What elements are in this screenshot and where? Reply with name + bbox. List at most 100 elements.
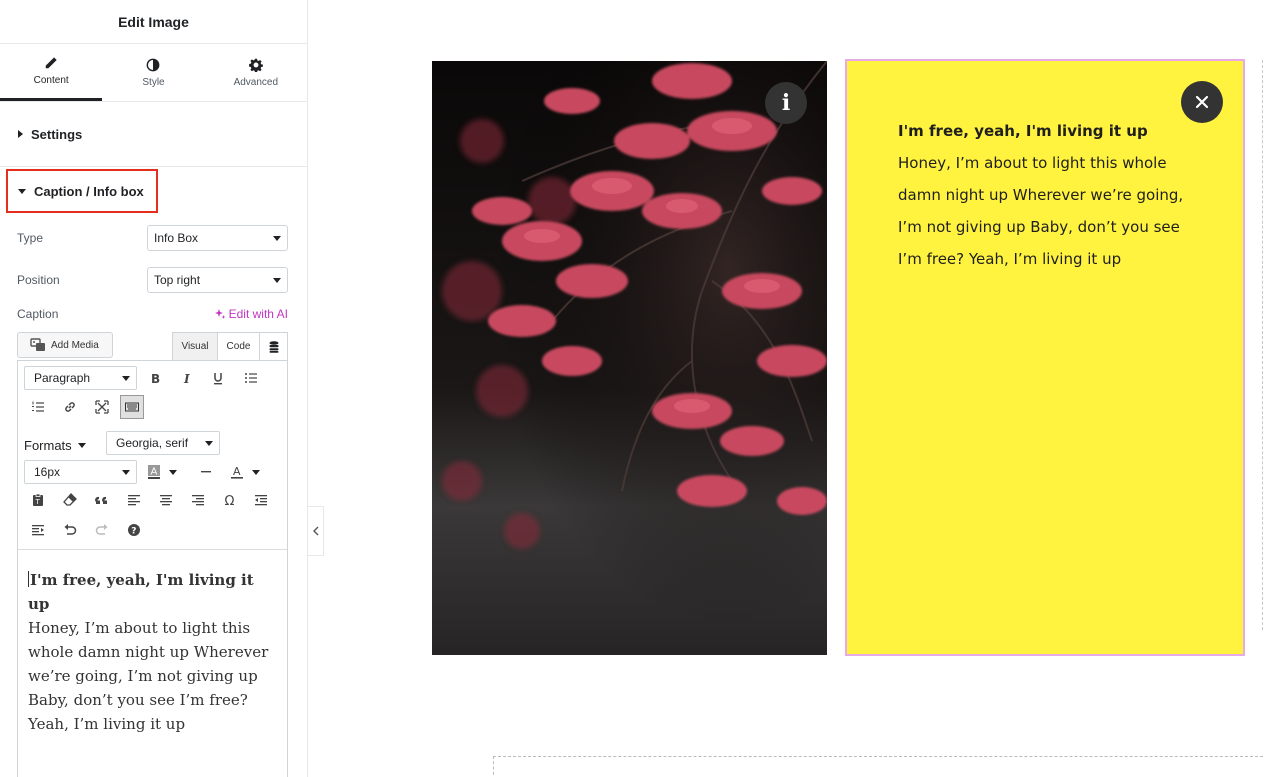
numbered-list-button[interactable]: [26, 395, 50, 419]
outdent-button[interactable]: [249, 488, 273, 512]
info-box-line: I’m not giving up Baby, don’t you see: [898, 218, 1180, 236]
align-right-button[interactable]: [186, 488, 210, 512]
editor-content[interactable]: I'm free, yeah, I'm living it up Honey, …: [28, 568, 280, 736]
bold-button[interactable]: B: [143, 366, 167, 390]
type-select-value: Info Box: [154, 231, 199, 245]
editor-toolbar: Paragraph B I Formats Georgia, serif 16p…: [18, 361, 287, 550]
panel-tabs: Content Style Advanced: [0, 44, 307, 102]
background-color-button[interactable]: A: [142, 460, 166, 484]
edit-with-ai-link[interactable]: Edit with AI: [214, 307, 288, 321]
half-circle-icon: [147, 58, 160, 71]
omega-icon: Ω: [225, 494, 235, 507]
clear-formatting-button[interactable]: [58, 488, 82, 512]
maple-leaves-image: [432, 61, 827, 655]
bold-icon: B: [151, 372, 160, 385]
svg-text:I: I: [183, 372, 190, 385]
redo-button[interactable]: [90, 518, 114, 542]
blockquote-button[interactable]: [90, 488, 114, 512]
info-box-line: Honey, I’m about to light this whole: [898, 154, 1167, 172]
add-media-icon: [30, 338, 45, 351]
maple-photo: [432, 61, 827, 655]
horizontal-line-button[interactable]: [194, 460, 218, 484]
fullscreen-icon: [95, 400, 109, 414]
help-button[interactable]: ?: [122, 518, 146, 542]
undo-icon: [64, 524, 77, 535]
italic-button[interactable]: I: [175, 366, 199, 390]
editor-mode-tabs: Visual Code: [172, 332, 288, 360]
position-label: Position: [17, 273, 60, 287]
tab-advanced-label: Advanced: [233, 76, 279, 88]
link-icon: [65, 402, 75, 412]
paste-text-button[interactable]: T: [26, 488, 50, 512]
type-select[interactable]: Info Box: [147, 225, 288, 251]
editor-body-text: Honey, I’m about to light this whole dam…: [28, 619, 269, 733]
formats-menu[interactable]: Formats: [24, 433, 86, 457]
paragraph-select-value: Paragraph: [34, 371, 91, 385]
svg-text:A: A: [233, 465, 241, 478]
chevron-down-icon: [122, 375, 130, 381]
position-control: Position Top right: [17, 267, 288, 293]
font-size-value: 16px: [34, 465, 61, 479]
position-select[interactable]: Top right: [147, 267, 288, 293]
align-right-icon: [192, 495, 204, 506]
text-cursor: [28, 571, 29, 587]
keyboard-icon: [125, 402, 139, 412]
panel-title: Edit Image: [118, 13, 189, 30]
section-caption-info[interactable]: Caption / Info box: [6, 169, 158, 213]
chevron-down-icon: [273, 235, 281, 241]
paragraph-select[interactable]: Paragraph: [24, 366, 137, 390]
formats-label: Formats: [24, 437, 72, 453]
tab-visual[interactable]: Visual: [172, 332, 218, 360]
tab-advanced[interactable]: Advanced: [205, 44, 307, 101]
panel-collapse-handle[interactable]: [308, 506, 324, 556]
caption-control: Caption Edit with AI: [17, 307, 288, 321]
pencil-icon: [45, 57, 57, 69]
chevron-down-icon: [273, 277, 281, 283]
drop-zone[interactable]: [493, 756, 1264, 777]
special-character-button[interactable]: Ω: [218, 488, 242, 512]
indent-button[interactable]: [26, 518, 50, 542]
tab-style[interactable]: Style: [102, 44, 204, 101]
editor-media-bar: Add Media Visual Code: [17, 332, 288, 360]
chevron-down-icon: [169, 469, 177, 475]
text-color-button[interactable]: A: [225, 460, 249, 484]
info-box-line: I’m free? Yeah, I’m living it up: [898, 250, 1122, 268]
numbered-list-icon: [32, 401, 44, 412]
toolbar-toggle-button[interactable]: [120, 395, 144, 419]
dynamic-tags-button[interactable]: [260, 332, 288, 360]
add-media-button[interactable]: Add Media: [17, 332, 113, 358]
align-center-icon: [160, 495, 172, 506]
wysiwyg-editor: Paragraph B I Formats Georgia, serif 16p…: [17, 360, 288, 777]
align-center-button[interactable]: [154, 488, 178, 512]
info-toggle-button[interactable]: i: [765, 82, 807, 124]
svg-text:?: ?: [131, 527, 136, 537]
fullscreen-button[interactable]: [90, 395, 114, 419]
font-size-select[interactable]: 16px: [24, 460, 137, 484]
bullet-list-button[interactable]: [239, 366, 263, 390]
panel-header: Edit Image: [0, 0, 307, 44]
underline-button[interactable]: [206, 366, 230, 390]
tab-style-label: Style: [142, 76, 165, 88]
question-circle-icon: ?: [128, 524, 140, 537]
text-color-dropdown[interactable]: [249, 460, 263, 484]
tab-content[interactable]: Content: [0, 44, 103, 101]
svg-text:B: B: [151, 372, 160, 385]
database-icon: [269, 340, 278, 353]
close-icon: [1195, 95, 1209, 109]
section-caption-label: Caption / Info box: [34, 183, 144, 199]
text-color-icon: A: [231, 465, 243, 479]
info-box-text: I'm free, yeah, I'm living it up Honey, …: [898, 115, 1198, 275]
section-settings-label: Settings: [31, 126, 83, 142]
link-button[interactable]: [58, 395, 82, 419]
tab-code[interactable]: Code: [218, 332, 260, 360]
align-left-button[interactable]: [122, 488, 146, 512]
undo-button[interactable]: [58, 518, 82, 542]
bullet-list-icon: [245, 373, 257, 383]
indent-icon: [32, 525, 44, 536]
font-family-value: Georgia, serif: [116, 436, 189, 450]
font-family-select[interactable]: Georgia, serif: [106, 431, 220, 455]
background-color-dropdown[interactable]: [166, 460, 180, 484]
caption-label: Caption: [17, 307, 59, 321]
section-settings[interactable]: Settings: [0, 102, 307, 167]
edit-with-ai-label: Edit with AI: [228, 307, 288, 321]
